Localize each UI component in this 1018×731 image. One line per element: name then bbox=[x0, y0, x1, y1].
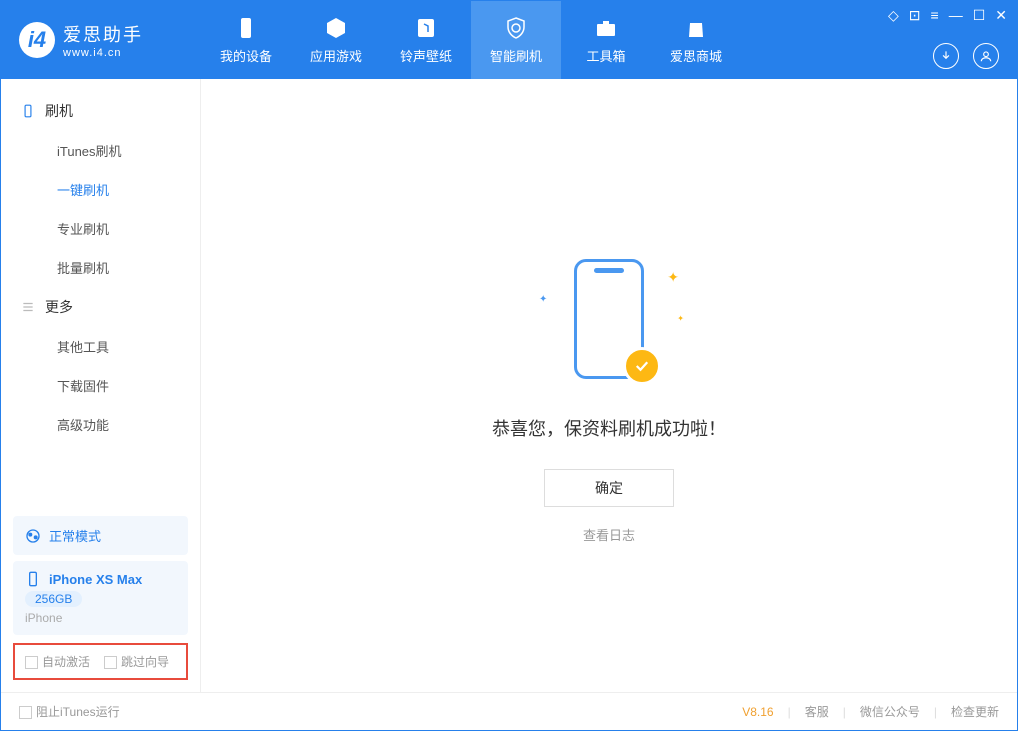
window-bottom-controls bbox=[933, 43, 999, 69]
mode-box[interactable]: 正常模式 bbox=[13, 516, 188, 555]
view-log-link[interactable]: 查看日志 bbox=[583, 525, 635, 544]
sparkle-icon: ✦ bbox=[539, 294, 547, 305]
ok-button[interactable]: 确定 bbox=[544, 469, 674, 507]
success-illustration: ✦ ✦ ✦ bbox=[519, 259, 699, 379]
sparkle-icon: ✦ bbox=[667, 269, 679, 286]
support-link[interactable]: 客服 bbox=[805, 703, 829, 720]
download-icon[interactable] bbox=[933, 43, 959, 69]
device-icon bbox=[25, 571, 41, 587]
wechat-link[interactable]: 微信公众号 bbox=[860, 703, 920, 720]
skin-icon[interactable]: ◇ bbox=[888, 7, 899, 24]
device-box[interactable]: iPhone XS Max 256GB iPhone bbox=[13, 561, 188, 635]
tab-store[interactable]: 爱思商城 bbox=[651, 1, 741, 79]
app-url: www.i4.cn bbox=[63, 47, 143, 59]
checkbox-auto-activate[interactable]: 自动激活 bbox=[25, 653, 90, 670]
sidebar-item-itunes[interactable]: iTunes刷机 bbox=[1, 131, 200, 170]
sidebar-item-oneclick[interactable]: 一键刷机 bbox=[1, 170, 200, 209]
mode-icon bbox=[25, 528, 41, 544]
sparkle-icon: ✦ bbox=[677, 314, 684, 323]
phone-icon bbox=[234, 16, 258, 40]
briefcase-icon bbox=[594, 16, 618, 40]
device-type: iPhone bbox=[25, 611, 62, 625]
tab-apps[interactable]: 应用游戏 bbox=[291, 1, 381, 79]
device-storage-badge: 256GB bbox=[25, 591, 82, 607]
phone-outline-icon bbox=[21, 104, 35, 118]
user-icon[interactable] bbox=[973, 43, 999, 69]
sidebar-item-firmware[interactable]: 下载固件 bbox=[1, 366, 200, 405]
mode-label: 正常模式 bbox=[49, 526, 101, 545]
logo-icon: i4 bbox=[19, 22, 55, 58]
checkmark-badge-icon bbox=[623, 347, 661, 385]
main-content: ✦ ✦ ✦ 恭喜您，保资料刷机成功啦！ 确定 查看日志 bbox=[201, 79, 1017, 692]
tab-ringtone[interactable]: 铃声壁纸 bbox=[381, 1, 471, 79]
bag-icon bbox=[684, 16, 708, 40]
app-name: 爱思助手 bbox=[63, 21, 143, 47]
menu-icon[interactable]: ≡ bbox=[931, 7, 939, 24]
feedback-icon[interactable]: ⊡ bbox=[909, 7, 921, 24]
cube-icon bbox=[324, 16, 348, 40]
statusbar: 阻止iTunes运行 V8.16 | 客服 | 微信公众号 | 检查更新 bbox=[1, 692, 1017, 730]
sidebar-item-pro[interactable]: 专业刷机 bbox=[1, 209, 200, 248]
tab-toolbox[interactable]: 工具箱 bbox=[561, 1, 651, 79]
success-message: 恭喜您，保资料刷机成功啦！ bbox=[492, 415, 726, 441]
sidebar: 刷机 iTunes刷机 一键刷机 专业刷机 批量刷机 更多 其他工具 下载固件 … bbox=[1, 79, 201, 692]
nav-tabs: 我的设备 应用游戏 铃声壁纸 智能刷机 工具箱 爱思商城 bbox=[201, 1, 741, 79]
sidebar-item-advanced[interactable]: 高级功能 bbox=[1, 405, 200, 444]
sidebar-group-more: 更多 bbox=[1, 287, 200, 327]
tab-device[interactable]: 我的设备 bbox=[201, 1, 291, 79]
checkbox-skip-guide[interactable]: 跳过向导 bbox=[104, 653, 169, 670]
close-icon[interactable]: ✕ bbox=[995, 7, 1007, 24]
list-icon bbox=[21, 300, 35, 314]
sidebar-item-other[interactable]: 其他工具 bbox=[1, 327, 200, 366]
tab-flash[interactable]: 智能刷机 bbox=[471, 1, 561, 79]
sidebar-item-batch[interactable]: 批量刷机 bbox=[1, 248, 200, 287]
version-label: V8.16 bbox=[742, 705, 773, 719]
sidebar-group-flash: 刷机 bbox=[1, 91, 200, 131]
maximize-icon[interactable]: ☐ bbox=[973, 7, 986, 24]
titlebar: i4 爱思助手 www.i4.cn 我的设备 应用游戏 铃声壁纸 智能刷机 工具… bbox=[1, 1, 1017, 79]
check-update-link[interactable]: 检查更新 bbox=[951, 703, 999, 720]
minimize-icon[interactable]: — bbox=[949, 7, 963, 24]
checkbox-block-itunes[interactable]: 阻止iTunes运行 bbox=[19, 703, 120, 720]
flash-options-box: 自动激活 跳过向导 bbox=[13, 643, 188, 680]
refresh-shield-icon bbox=[504, 16, 528, 40]
device-name: iPhone XS Max bbox=[49, 572, 142, 587]
app-logo: i4 爱思助手 www.i4.cn bbox=[1, 21, 201, 59]
window-top-controls: ◇ ⊡ ≡ — ☐ ✕ bbox=[888, 7, 1007, 24]
music-icon bbox=[414, 16, 438, 40]
